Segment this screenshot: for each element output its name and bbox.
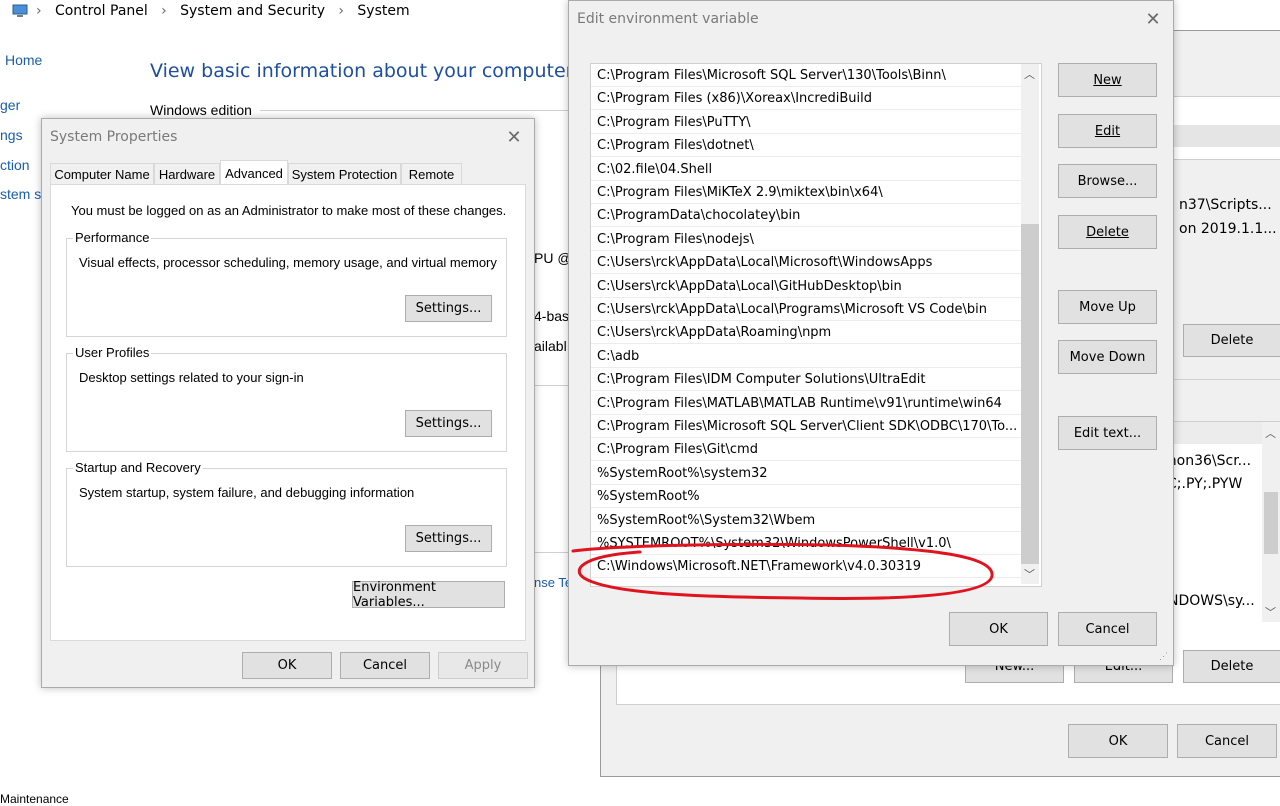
red-annotation-ellipse bbox=[571, 542, 994, 600]
